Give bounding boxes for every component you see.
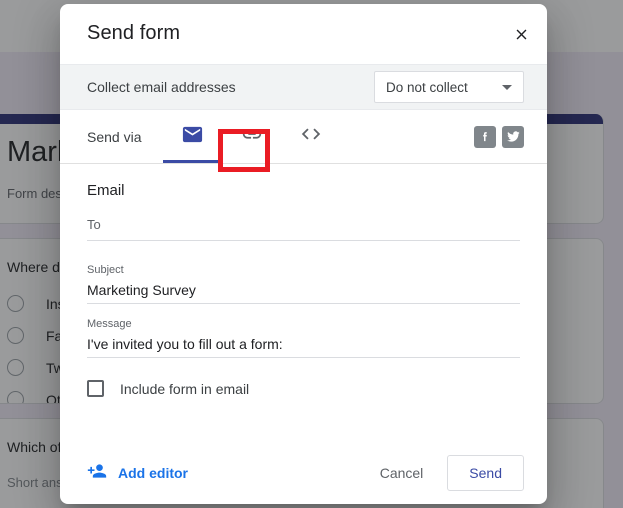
facebook-icon[interactable] [474,125,496,148]
message-input[interactable] [87,334,520,358]
include-form-in-email-row[interactable]: Include form in email [87,380,249,397]
cancel-button[interactable]: Cancel [370,457,434,489]
dialog-header: Send form [60,4,547,64]
collect-email-dropdown-value: Do not collect [386,79,468,95]
include-form-checkbox[interactable] [87,380,104,397]
subject-input[interactable] [87,280,520,304]
send-button[interactable]: Send [447,455,524,491]
to-field-group [87,215,520,241]
dialog-title: Send form [87,22,181,44]
add-editor-button[interactable]: Add editor [87,461,188,486]
twitter-icon[interactable] [502,125,524,148]
message-field-group: Message [87,317,520,358]
close-icon[interactable] [505,18,537,50]
send-via-tab-strip: Send via [60,110,547,164]
collect-email-dropdown[interactable]: Do not collect [374,71,524,103]
footer-actions: Cancel Send [370,455,524,491]
subject-field-group: Subject [87,263,520,304]
tab-send-via-email[interactable] [163,110,223,163]
include-form-label: Include form in email [120,380,250,397]
social-share-icons [474,125,524,148]
collect-email-row: Collect email addresses Do not collect [60,64,547,110]
tab-send-via-embed[interactable] [281,110,340,163]
message-label: Message [87,318,132,330]
person-add-icon [87,461,107,486]
collect-email-label: Collect email addresses [87,79,236,95]
tab-send-via-link[interactable] [222,110,281,163]
subject-label: Subject [87,264,124,276]
chevron-down-icon [502,84,512,90]
send-form-dialog: Send form Collect email addresses Do not… [60,4,547,504]
link-icon [241,123,263,150]
dialog-footer: Add editor Cancel Send [60,442,547,504]
send-via-label: Send via [87,128,142,145]
to-input[interactable] [87,215,520,241]
envelope-icon [181,123,204,151]
dialog-body: Email Subject Message Include form in em… [60,164,547,442]
add-editor-label: Add editor [118,465,188,481]
email-section-heading: Email [87,182,125,199]
embed-code-icon [300,123,322,150]
